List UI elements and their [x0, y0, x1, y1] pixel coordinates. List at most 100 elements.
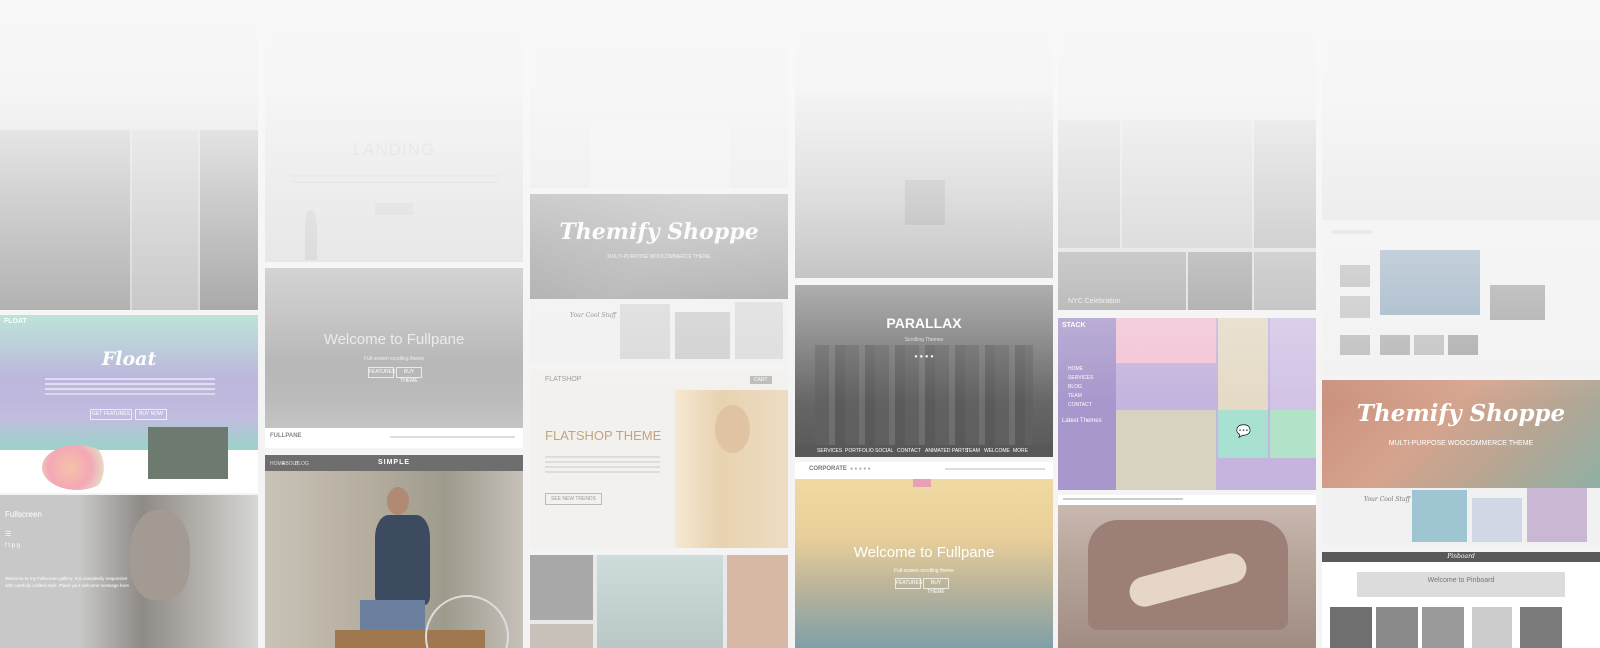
- flatshop-cart[interactable]: CART: [750, 376, 772, 384]
- social-icons[interactable]: ● ● ● ●: [795, 354, 1053, 361]
- magazine-header: [1322, 0, 1600, 220]
- shoppe-sub: MULTI-PURPOSE WOOCOMMERCE THEME: [607, 254, 711, 260]
- portrait-face: [130, 510, 190, 600]
- theme-tile-magazine[interactable]: [1322, 0, 1600, 375]
- device-screen: [735, 302, 783, 359]
- corporate-social-icons[interactable]: ● ● ● ● ●: [850, 466, 871, 473]
- stack-menu-home[interactable]: HOME: [1068, 366, 1083, 372]
- fullscreen-logo: Fullscreen: [5, 510, 42, 519]
- photo-block: [905, 180, 945, 225]
- theme-tile-corporate[interactable]: CORPORATE ● ● ● ● ● Welcome to Fullpane …: [795, 462, 1053, 648]
- shoppe2-hero: [1322, 380, 1600, 488]
- magazine-thumb: [1340, 296, 1370, 318]
- stack-menu-contact[interactable]: CONTACT: [1068, 402, 1092, 408]
- pinboard-pin: [1330, 607, 1372, 648]
- landing-text: [290, 175, 498, 177]
- nyc-label: NYC Celebration: [1068, 298, 1121, 305]
- fullpane-nav[interactable]: [390, 436, 515, 438]
- theme-tile-simple[interactable]: SIMPLE HOME ABOUT BLOG: [265, 455, 523, 648]
- sofa-nav[interactable]: [1063, 498, 1183, 500]
- fullpane-buy-button[interactable]: BUY THEME: [396, 367, 422, 384]
- float-buy-button[interactable]: BUY NOW: [135, 409, 167, 420]
- theme-tile-stack[interactable]: STACK HOME SERVICES BLOG TEAM CONTACT La…: [1058, 318, 1316, 490]
- parallax-nav-social[interactable]: SOCIAL: [875, 448, 893, 454]
- stack-logo: STACK: [1062, 322, 1086, 329]
- theme-tile-photo-grid[interactable]: [0, 0, 258, 310]
- theme-tile-flatshop[interactable]: FLATSHOP CART FLATSHOP THEME SEE NEW TRE…: [530, 370, 788, 548]
- theme-tile-landing[interactable]: LANDING: [265, 0, 523, 262]
- corporate-logo: CORPORATE: [809, 466, 847, 472]
- magazine-feature: [1380, 250, 1480, 315]
- corporate-badge: [913, 479, 931, 487]
- device-screen: [620, 304, 670, 359]
- stack-tile-photo: [1116, 410, 1216, 490]
- shoppe-product: Your Cool Stuff: [570, 312, 616, 319]
- theme-tile-themify-shoppe-2[interactable]: Themify Shoppe MULTI-PURPOSE WOOCOMMERCE…: [1322, 380, 1600, 545]
- parallax-nav-team[interactable]: TEAM: [966, 448, 980, 454]
- shoppe2-title: Themify Shoppe: [1356, 400, 1566, 427]
- theme-tile-themify-shoppe[interactable]: Themify Shoppe MULTI-PURPOSE WOOCOMMERCE…: [530, 194, 788, 364]
- float-description: [45, 378, 215, 380]
- pinboard-pin: [1422, 607, 1464, 648]
- landing-figure: [305, 210, 317, 260]
- float-features-button[interactable]: GET FEATURES: [90, 409, 132, 420]
- theme-tile-fullpane[interactable]: Welcome to Fullpane Full-screen scrollin…: [265, 268, 523, 448]
- parallax-nav-contact[interactable]: CONTACT: [897, 448, 921, 454]
- theme-tile-sofa[interactable]: [1058, 495, 1316, 648]
- shoppe2-product: Your Cool Stuff: [1364, 496, 1410, 503]
- theme-tile-blank-top[interactable]: [530, 0, 788, 188]
- fullpane-logo: FULLPANE: [270, 433, 302, 439]
- magazine-thumb: [1340, 265, 1370, 287]
- fullscreen-caption: Welcome to my Fullscreen gallery. It is …: [5, 576, 130, 588]
- corporate-hero: [795, 479, 1053, 648]
- shoppe-hero: [530, 194, 788, 299]
- model-face: [715, 405, 750, 453]
- stack-tile-green: [1270, 410, 1316, 458]
- menu-icon[interactable]: ☰: [5, 531, 11, 538]
- corporate-buy-button[interactable]: BUY THEME: [923, 578, 949, 595]
- parallax-sub: Scrolling Themes: [904, 337, 944, 343]
- theme-tile-portfolio-grid[interactable]: NYC Celebration: [1058, 0, 1316, 310]
- photo-block: [1188, 252, 1252, 310]
- parallax-nav-welcome[interactable]: WELCOME: [984, 448, 1010, 454]
- landing-button[interactable]: [375, 203, 413, 215]
- magazine-thumb: [1380, 335, 1410, 355]
- stack-menu-team[interactable]: TEAM: [1068, 393, 1082, 399]
- parallax-nav-more[interactable]: MORE: [1013, 448, 1028, 454]
- parallax-nav-portfolio[interactable]: PORTFOLIO: [845, 448, 874, 454]
- photo-block: [1254, 252, 1316, 310]
- man-head: [387, 487, 409, 515]
- stack-tile-pink: [1116, 318, 1216, 363]
- float-photo: [148, 427, 228, 479]
- flatshop-trends-button[interactable]: SEE NEW TRENDS: [545, 493, 602, 505]
- chat-bubble-icon: 💬: [1236, 424, 1251, 438]
- stack-menu-blog[interactable]: BLOG: [1068, 384, 1082, 390]
- corporate-features-button[interactable]: FEATURES: [895, 578, 922, 589]
- magazine-nav[interactable]: [1332, 230, 1372, 234]
- photo-block: [1122, 120, 1252, 248]
- fullpane-features-button[interactable]: FEATURES: [368, 367, 395, 378]
- parallax-nav-services[interactable]: SERVICES: [817, 448, 842, 454]
- theme-tile-parallax[interactable]: PARALLAX Scrolling Themes ● ● ● ● SERVIC…: [795, 285, 1053, 457]
- device-screen: [1412, 490, 1467, 542]
- gallery-photo: [530, 555, 593, 620]
- fullpane-welcome: Welcome to Fullpane: [323, 331, 465, 348]
- social-icons[interactable]: f t p g: [5, 543, 20, 550]
- theme-tile-pinboard[interactable]: Pinboard Welcome to Pinboard: [1322, 552, 1600, 648]
- gallery-photo: [727, 555, 788, 648]
- corporate-nav[interactable]: [945, 468, 1045, 470]
- float-logo: FLOAT: [4, 318, 27, 325]
- theme-tile-photo-top[interactable]: [795, 0, 1053, 278]
- parallax-nav-animated[interactable]: ANIMATED PARTS: [925, 448, 968, 454]
- stack-menu-services[interactable]: SERVICES: [1068, 375, 1093, 381]
- pinboard-welcome: Welcome to Pinboard: [1427, 577, 1495, 584]
- theme-tile-gallery-bottom[interactable]: [530, 555, 788, 648]
- photo-block: [0, 130, 130, 310]
- theme-tile-float[interactable]: FLOAT Float GET FEATURES BUY NOW: [0, 315, 258, 493]
- landing-title: LANDING: [352, 140, 436, 159]
- corporate-sub: Full-screen scrolling theme: [894, 568, 954, 574]
- simple-nav-blog[interactable]: BLOG: [295, 461, 309, 467]
- photo-block: [1058, 120, 1120, 248]
- flatshop-logo: FLATSHOP: [545, 376, 582, 383]
- theme-tile-fullscreen[interactable]: Fullscreen ☰ f t p g Welcome to my Fulls…: [0, 495, 258, 648]
